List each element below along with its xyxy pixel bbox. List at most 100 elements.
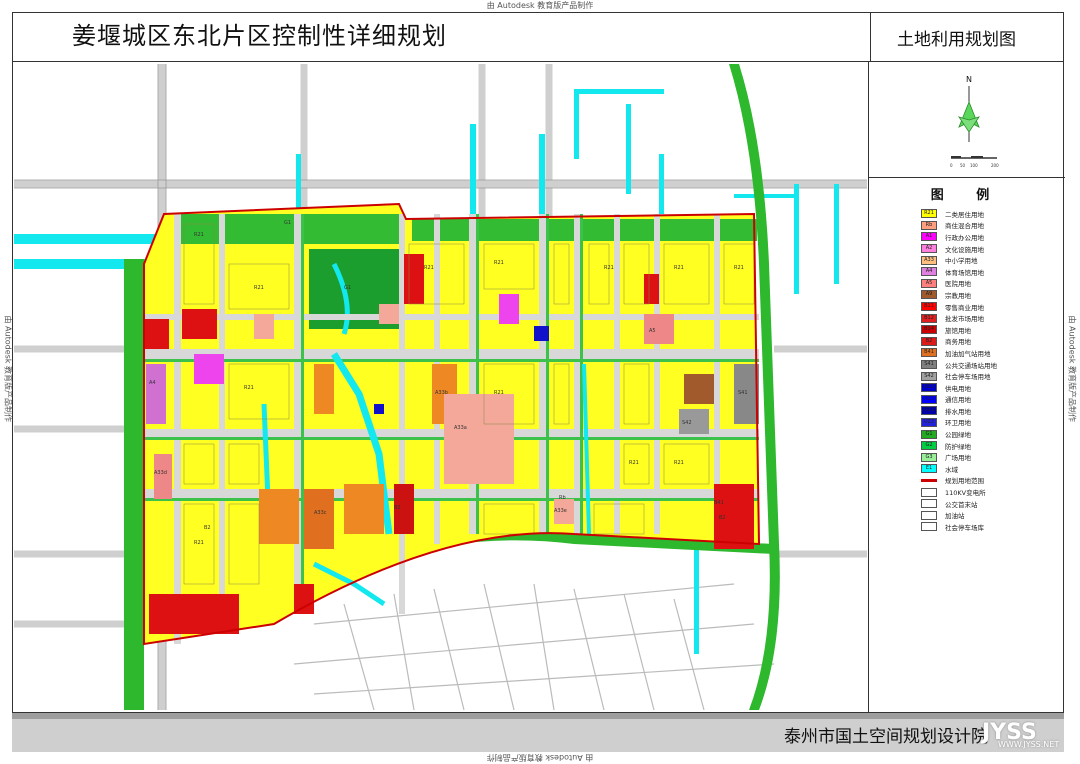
map-title: 姜堰城区东北片区控制性详细规划 xyxy=(72,22,447,50)
map-subtitle: 土地利用规划图 xyxy=(897,30,1016,50)
legend-swatch: A5 xyxy=(921,278,937,288)
legend-label: 广场用地 xyxy=(945,454,971,463)
legend-swatch: S42 xyxy=(921,371,937,381)
legend-title: 图 例 xyxy=(930,188,1004,203)
legend-item: B14 旅馆用地 xyxy=(921,324,997,336)
scale-tick: 0 xyxy=(950,163,953,168)
admin-block xyxy=(194,354,224,384)
block-label: R21 xyxy=(674,265,684,271)
legend-swatch: B2 xyxy=(921,336,937,346)
legend-label: 商务用地 xyxy=(945,338,971,347)
legend-label: 110KV变电所 xyxy=(945,489,986,498)
legend-item: S41 公共交通场站用地 xyxy=(921,359,997,371)
block-label: R21 xyxy=(194,232,204,238)
block-label: B2 xyxy=(719,515,726,521)
block-label: R21 xyxy=(604,265,614,271)
legend-label: 公交首末站 xyxy=(945,500,978,509)
block-label: R21 xyxy=(194,540,204,546)
legend-swatch: S41 xyxy=(921,360,937,370)
site-url: WWW.JYSS.NET xyxy=(998,740,1060,749)
legend-label: 环卫用地 xyxy=(945,419,971,428)
commercial-block xyxy=(644,274,659,304)
block-label: B2 xyxy=(394,505,401,511)
north-green-belt xyxy=(174,214,404,244)
legend-swatch: Rb xyxy=(921,220,937,230)
legend-item: U22 环卫用地 xyxy=(921,417,997,429)
legend-label: 旅馆用地 xyxy=(945,326,971,335)
block-label: B41 xyxy=(714,500,724,506)
title-divider xyxy=(870,12,871,62)
legend-swatch: E1 xyxy=(921,464,937,474)
legend-label: 通信用地 xyxy=(945,396,971,405)
commercial-block xyxy=(149,594,239,634)
commercial-residential-block xyxy=(254,314,274,339)
block-label: R21 xyxy=(494,390,504,396)
legend-label: 加油加气站用地 xyxy=(945,349,991,358)
utility-block xyxy=(534,326,549,341)
religious-block xyxy=(684,374,714,404)
legend-swatch: G1 xyxy=(921,429,937,439)
school-block xyxy=(344,484,384,534)
scale-tick: 100 xyxy=(970,163,978,168)
block-label: A33c xyxy=(314,510,327,516)
commercial-block xyxy=(294,584,314,614)
legend-swatch: A9 xyxy=(921,290,937,300)
legend-swatch: A2 xyxy=(921,244,937,254)
watermark-bottom: 由 Autodesk 教育版产品制作 xyxy=(486,753,594,762)
block-label: R21 xyxy=(424,265,434,271)
legend-label: 社会停车场用地 xyxy=(945,373,991,382)
legend-item: A33 中小学用地 xyxy=(921,254,997,266)
legend-item: 公交首末站 xyxy=(921,498,997,510)
legend-swatch: B11 xyxy=(921,302,937,312)
legend-item: B11 零售商业用地 xyxy=(921,301,997,313)
legend-list: R21 二类居住用地 Rb 商住混合用地 A1 行政办公用地 A2 文化设施用地 A33 中小学用… xyxy=(921,208,997,533)
legend-swatch: B12 xyxy=(921,313,937,323)
legend-panel: N 0 50 100 200 图 例 R21 二类居住用地 Rb 商住混合用地 A1 行政… xyxy=(868,62,1065,712)
legend-label: 医院用地 xyxy=(945,280,971,289)
legend-label: 供电用地 xyxy=(945,384,971,393)
legend-item: Rb 商住混合用地 xyxy=(921,220,997,232)
legend-label: 商住混合用地 xyxy=(945,222,984,231)
commercial-residential-block xyxy=(444,394,514,484)
legend-item: 社会停车场库 xyxy=(921,521,997,533)
north-label: N xyxy=(966,75,972,84)
commercial-residential-block xyxy=(379,304,399,324)
legend-label: 批发市场用地 xyxy=(945,315,984,324)
legend-label: 零售商业用地 xyxy=(945,303,984,312)
commercial-block xyxy=(144,319,169,349)
block-label: R21 xyxy=(254,285,264,291)
school-block xyxy=(259,489,299,544)
block-label: R21 xyxy=(494,260,504,266)
admin-block xyxy=(499,294,519,324)
legend-item: A2 文化设施用地 xyxy=(921,243,997,255)
commercial-block xyxy=(404,254,424,304)
medical-block xyxy=(154,454,172,499)
land-use-map[interactable]: R21 R21 R21 R21 R21 R21 R21 R21 R21 R21 … xyxy=(14,64,867,710)
legend-label: 加油站 xyxy=(945,512,965,521)
legend-item: 加油站 xyxy=(921,509,997,521)
legend-label: 体育场馆用地 xyxy=(945,268,984,277)
legend-label: 防护绿地 xyxy=(945,442,971,451)
commercial-block xyxy=(182,309,217,339)
north-arrow-icon: N 0 50 100 200 xyxy=(950,75,999,168)
institute-name: 泰州市国土空间规划设计院 xyxy=(784,727,988,747)
legend-swatch xyxy=(921,522,937,532)
block-label: R21 xyxy=(244,385,254,391)
legend-label: 公园绿地 xyxy=(945,431,971,440)
legend-swatch: U15 xyxy=(921,394,937,404)
legend-swatch: G3 xyxy=(921,452,937,462)
legend-item: S42 社会停车场用地 xyxy=(921,370,997,382)
sports-block xyxy=(146,364,166,424)
scale-tick: 200 xyxy=(991,163,999,168)
block-label: G1 xyxy=(284,220,291,226)
legend-item: 110KV变电所 xyxy=(921,486,997,498)
legend-swatch: U12 xyxy=(921,383,937,393)
legend-item: E1 水域 xyxy=(921,463,997,475)
legend-label: 宗教用地 xyxy=(945,291,971,300)
legend-item: R21 二类居住用地 xyxy=(921,208,997,220)
legend-item: 规划用地范围 xyxy=(921,475,997,487)
block-label: Rb xyxy=(559,495,566,501)
legend-label: 公共交通场站用地 xyxy=(945,361,997,370)
map-canvas: R21 R21 R21 R21 R21 R21 R21 R21 R21 R21 … xyxy=(14,64,867,710)
legend-item: A4 体育场馆用地 xyxy=(921,266,997,278)
